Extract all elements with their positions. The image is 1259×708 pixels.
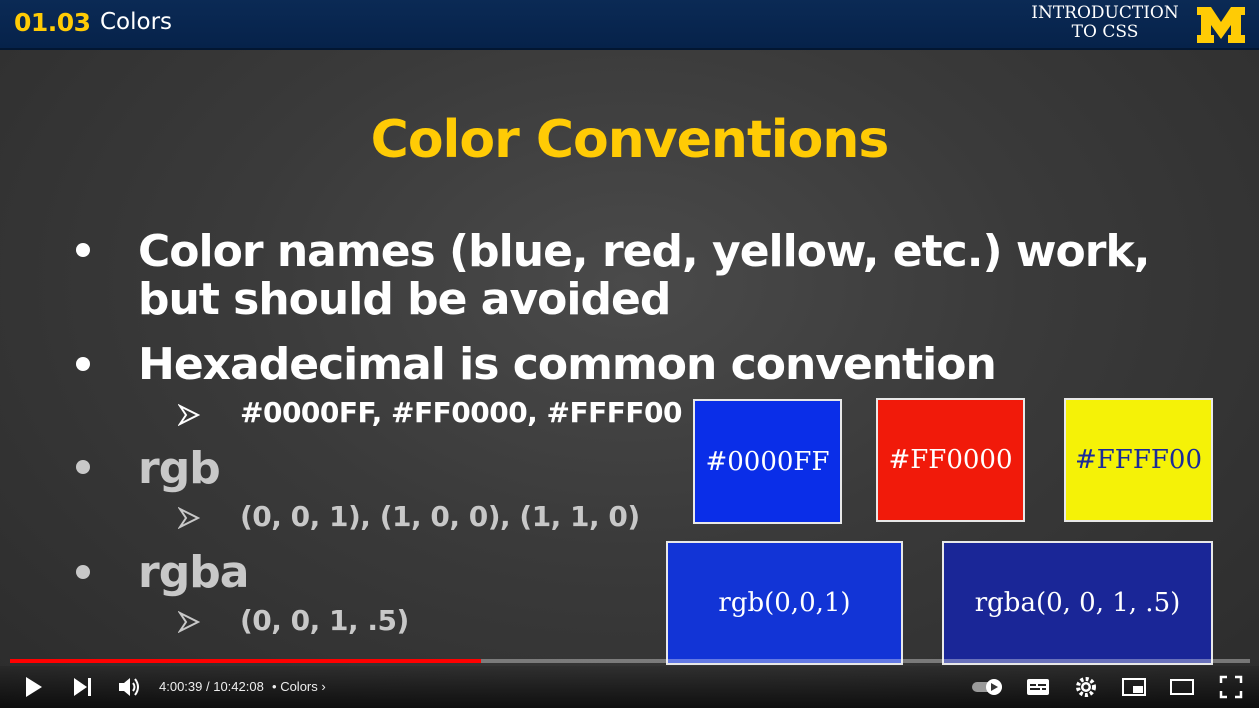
sub-bullet-rgb-values: (0, 0, 1), (1, 0, 0), (1, 1, 0) (240, 500, 640, 533)
settings-icon[interactable] (1073, 674, 1099, 700)
sub-bullet-hex-values: #0000FF, #FF0000, #FFFF00 (240, 396, 683, 429)
chevron-right-icon: › (321, 679, 326, 694)
progress-bar[interactable] (10, 659, 1250, 663)
bullet-dot (76, 460, 90, 474)
course-name-line1: INTRODUCTION (1031, 3, 1179, 23)
bullet-rgba: rgba (138, 547, 249, 598)
slide-header: 01.03 Colors INTRODUCTION TO CSS (0, 0, 1259, 50)
current-time: 4:00:39 (159, 679, 203, 694)
slide-title: Color Conventions (370, 110, 890, 170)
lesson-number: 01.03 (14, 8, 91, 37)
swatch-hex-blue: #0000FF (693, 399, 842, 524)
bullet-line: Color names (blue, red, yellow, etc.) wo… (138, 226, 1150, 277)
michigan-m-logo-icon (1197, 7, 1245, 43)
swatch-rgba-blue: rgba(0, 0, 1, .5) (942, 541, 1213, 665)
volume-icon[interactable] (116, 674, 142, 700)
time-display: 4:00:39 / 10:42:08 (159, 679, 264, 694)
arrow-bullet-icon (178, 611, 200, 633)
bullet-dot (76, 565, 90, 579)
duration: 10:42:08 (213, 679, 264, 694)
autoplay-toggle-icon[interactable] (970, 674, 1006, 700)
next-icon[interactable] (70, 674, 96, 700)
swatch-hex-yellow: #FFFF00 (1064, 398, 1213, 522)
arrow-bullet-icon (178, 507, 200, 529)
course-name: INTRODUCTION TO CSS (1020, 4, 1190, 42)
swatch-hex-red: #FF0000 (876, 398, 1025, 522)
chapter-button[interactable]: • Colors › (272, 679, 326, 694)
chapter-title: Colors (280, 679, 318, 694)
progress-played (10, 659, 482, 663)
player-controls: 4:00:39 / 10:42:08 • Colors › (0, 666, 1259, 708)
miniplayer-icon[interactable] (1121, 674, 1147, 700)
theater-mode-icon[interactable] (1169, 674, 1195, 700)
bullet-hexadecimal: Hexadecimal is common convention (138, 339, 997, 390)
bullet-color-names: Color names (blue, red, yellow, etc.) wo… (138, 226, 1150, 325)
sub-bullet-rgba-values: (0, 0, 1, .5) (240, 604, 409, 637)
arrow-bullet-icon (178, 404, 200, 426)
chapter-bullet: • (272, 679, 277, 694)
time-separator: / (202, 679, 214, 694)
fullscreen-icon[interactable] (1218, 674, 1244, 700)
swatch-rgb-blue: rgb(0,0,1) (666, 541, 903, 665)
bullet-dot (76, 357, 90, 371)
course-name-line2: TO CSS (1071, 22, 1139, 42)
lesson-title: Colors (100, 9, 173, 35)
play-icon[interactable] (20, 674, 46, 700)
video-frame[interactable]: 01.03 Colors INTRODUCTION TO CSS Color C… (0, 0, 1259, 708)
bullet-line: but should be avoided (138, 274, 671, 325)
bullet-rgb: rgb (138, 443, 221, 494)
subtitles-icon[interactable] (1025, 674, 1051, 700)
bullet-dot (76, 243, 90, 257)
